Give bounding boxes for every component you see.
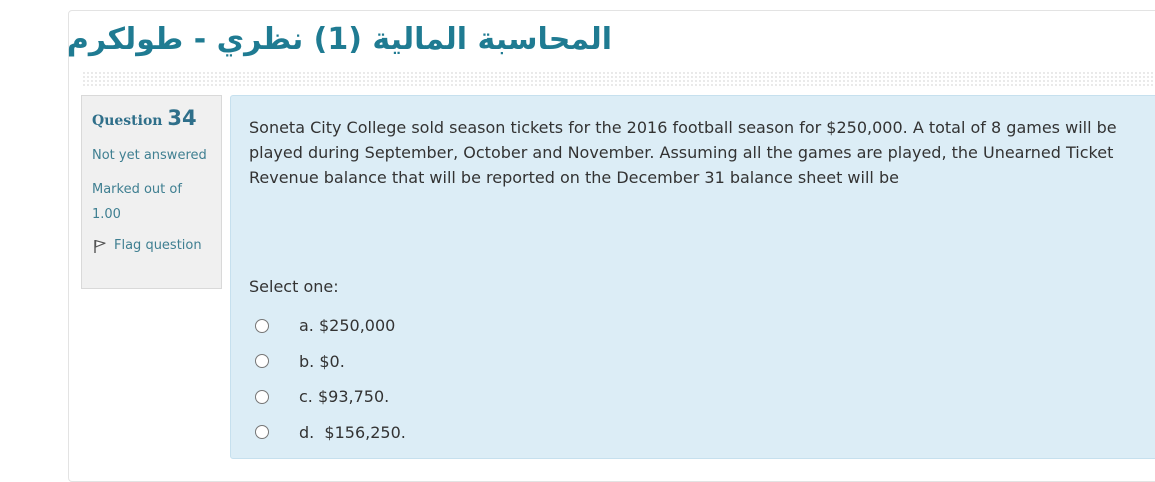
question-text: Soneta City College sold season tickets …	[249, 118, 1117, 187]
radio-button[interactable]	[255, 354, 269, 369]
answer-option-c[interactable]: c. $93,750.	[255, 379, 406, 415]
question-info-panel: Question 34 Not yet answered Marked out …	[81, 95, 222, 289]
flag-question-link[interactable]: Flag question	[92, 236, 211, 256]
question-content: Soneta City College sold season tickets …	[230, 95, 1155, 459]
answer-label[interactable]: d. $156,250.	[299, 423, 406, 442]
question-state: Not yet answered	[92, 148, 207, 163]
answer-label[interactable]: a. $250,000	[299, 316, 395, 335]
question-heading: Question 34	[92, 106, 211, 133]
answer-label[interactable]: b. $0.	[299, 352, 345, 371]
radio-button[interactable]	[255, 425, 269, 440]
answer-option-a[interactable]: a. $250,000	[255, 308, 406, 344]
question-label: Question	[92, 113, 163, 129]
question-number: 34	[167, 106, 197, 130]
flag-icon[interactable]	[92, 238, 108, 254]
answer-options: a. $250,000 b. $0. c. $93,750. d. $156,2…	[255, 308, 406, 450]
select-one-label: Select one:	[249, 277, 339, 296]
answer-label[interactable]: c. $93,750.	[299, 387, 389, 406]
answer-option-d[interactable]: d. $156,250.	[255, 415, 406, 451]
flag-question-label[interactable]: Flag question	[114, 236, 202, 256]
course-title[interactable]: المحاسبة المالية (1) نظري - طولكرم	[67, 14, 612, 66]
question-grade: Marked out of 1.00	[92, 182, 182, 222]
radio-button[interactable]	[255, 389, 269, 404]
answer-option-b[interactable]: b. $0.	[255, 344, 406, 380]
radio-button[interactable]	[255, 318, 269, 333]
dotted-separator	[82, 71, 1155, 86]
